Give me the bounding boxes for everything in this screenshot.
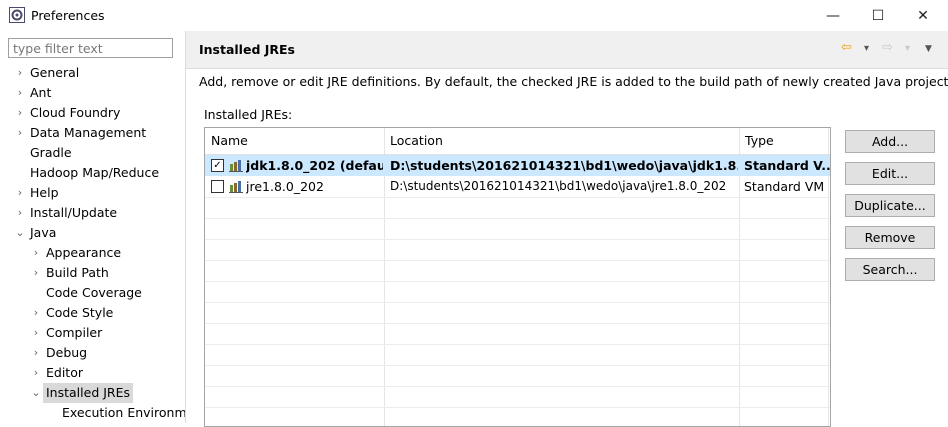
page-description: Add, remove or edit JRE definitions. By … bbox=[199, 74, 948, 89]
tree-item-label: Editor bbox=[46, 365, 83, 380]
chevron-right-icon[interactable]: › bbox=[14, 183, 26, 203]
column-header-location[interactable]: Location bbox=[384, 128, 739, 154]
minimize-button[interactable]: — bbox=[810, 0, 856, 31]
tree-item-label: Cloud Foundry bbox=[30, 105, 121, 120]
tree-item-label: Compiler bbox=[46, 325, 103, 340]
chevron-right-icon[interactable]: › bbox=[30, 263, 42, 283]
tree-item-label: Ant bbox=[30, 85, 52, 100]
view-menu-icon[interactable]: ▼ bbox=[925, 44, 932, 54]
row-name: jre1.8.0_202 bbox=[246, 179, 324, 194]
tree-item-label: Execution Environm bbox=[62, 405, 187, 420]
jre-library-icon bbox=[229, 181, 243, 193]
edit-button[interactable]: Edit... bbox=[845, 162, 935, 185]
chevron-right-icon[interactable]: › bbox=[14, 63, 26, 83]
jre-table: Name Location Type ✓ jdk1.8.0_202 (defau… bbox=[204, 127, 831, 427]
pane-divider[interactable] bbox=[185, 31, 186, 423]
row-divider bbox=[205, 323, 830, 324]
row-divider bbox=[205, 344, 830, 345]
remove-button[interactable]: Remove bbox=[845, 226, 935, 249]
table-row[interactable]: jre1.8.0_202 D:\students\201621014321\bd… bbox=[205, 176, 830, 197]
column-header-type[interactable]: Type bbox=[739, 128, 830, 154]
table-label: Installed JREs: bbox=[204, 107, 293, 122]
forward-arrow-icon[interactable]: ⇨ bbox=[882, 40, 893, 55]
row-checkbox[interactable]: ✓ bbox=[211, 159, 224, 172]
chevron-down-icon[interactable]: ⌄ bbox=[14, 223, 26, 243]
search-button[interactable]: Search... bbox=[845, 258, 935, 281]
chevron-right-icon[interactable]: › bbox=[30, 323, 42, 343]
preferences-app-icon bbox=[9, 7, 25, 23]
chevron-right-icon[interactable]: › bbox=[30, 343, 42, 363]
chevron-right-icon[interactable]: › bbox=[14, 83, 26, 103]
forward-dropdown-icon[interactable]: ▾ bbox=[905, 43, 910, 54]
row-type: Standard V... bbox=[744, 158, 830, 173]
tree-item-label: Hadoop Map/Reduce bbox=[30, 165, 160, 180]
tree-item-label: Code Style bbox=[46, 305, 114, 320]
tree-item-label: Java bbox=[30, 225, 57, 240]
back-dropdown-icon[interactable]: ▾ bbox=[864, 43, 869, 54]
tree-item-label: Appearance bbox=[46, 245, 122, 260]
row-divider bbox=[205, 281, 830, 282]
row-name: jdk1.8.0_202 (default) bbox=[246, 158, 383, 173]
row-divider bbox=[205, 260, 830, 261]
filter-input[interactable] bbox=[8, 38, 173, 58]
row-divider bbox=[205, 197, 830, 198]
page-header bbox=[186, 31, 948, 69]
title-bar bbox=[0, 0, 948, 31]
chevron-right-icon[interactable]: › bbox=[14, 123, 26, 143]
row-divider bbox=[205, 239, 830, 240]
tree-item-label: Debug bbox=[46, 345, 88, 360]
tree-item-label: Help bbox=[30, 185, 59, 200]
jre-library-icon bbox=[229, 160, 243, 172]
column-header-name[interactable]: Name bbox=[205, 128, 384, 154]
header-separator bbox=[186, 68, 948, 69]
row-divider bbox=[205, 386, 830, 387]
row-location: D:\students\201621014321\bd1\wedo\java\j… bbox=[390, 158, 738, 173]
table-row[interactable]: ✓ jdk1.8.0_202 (default) D:\students\201… bbox=[205, 155, 830, 176]
close-button[interactable]: ✕ bbox=[900, 0, 946, 31]
tree-item-label: Build Path bbox=[46, 265, 109, 280]
tree-item-label: Data Management bbox=[30, 125, 147, 140]
maximize-button[interactable]: ☐ bbox=[855, 0, 901, 31]
page-title: Installed JREs bbox=[199, 42, 296, 57]
chevron-right-icon[interactable]: › bbox=[14, 203, 26, 223]
duplicate-button[interactable]: Duplicate... bbox=[845, 194, 935, 217]
chevron-right-icon[interactable]: › bbox=[14, 103, 26, 123]
row-checkbox[interactable] bbox=[211, 180, 224, 193]
tree-item-label: Code Coverage bbox=[46, 285, 142, 300]
tree-item-label: Install/Update bbox=[30, 205, 118, 220]
chevron-right-icon[interactable]: › bbox=[30, 363, 42, 383]
tree-item-label-selected: Installed JREs bbox=[43, 383, 134, 403]
row-divider bbox=[205, 365, 830, 366]
chevron-down-icon[interactable]: ⌄ bbox=[30, 383, 42, 403]
row-divider bbox=[205, 407, 830, 408]
tree-item-label: Gradle bbox=[30, 145, 72, 160]
chevron-right-icon[interactable]: › bbox=[30, 303, 42, 323]
back-arrow-icon[interactable]: ⇦ bbox=[841, 40, 852, 55]
window-title: Preferences bbox=[31, 8, 105, 23]
row-divider bbox=[205, 218, 830, 219]
row-location: D:\students\201621014321\bd1\wedo\java\j… bbox=[390, 179, 727, 193]
chevron-right-icon[interactable]: › bbox=[30, 243, 42, 263]
tree-item-label: General bbox=[30, 65, 80, 80]
row-type: Standard VM bbox=[744, 179, 825, 194]
add-button[interactable]: Add... bbox=[845, 130, 935, 153]
row-divider bbox=[205, 302, 830, 303]
